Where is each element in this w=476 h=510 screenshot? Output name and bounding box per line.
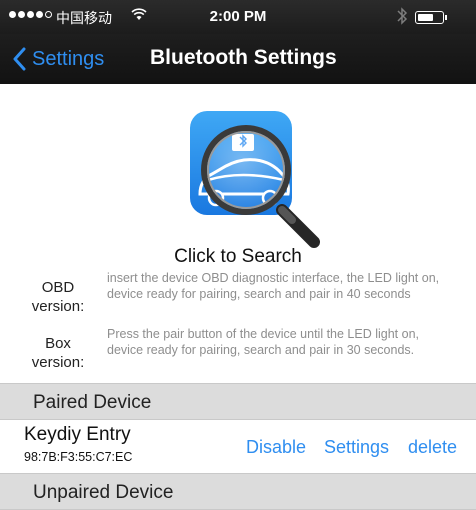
chevron-left-icon [13, 47, 26, 71]
navigation-bar: Settings Bluetooth Settings [0, 34, 476, 84]
device-name: Keydiy Entry [24, 424, 131, 445]
battery-icon [415, 11, 444, 24]
bluetooth-search-button[interactable] [186, 108, 326, 250]
status-bar: 中国移动 2:00 PM [0, 0, 476, 34]
unpaired-device-header: Unpaired Device [0, 473, 476, 510]
paired-device-row[interactable]: Keydiy Entry 98:7B:F3:55:C7:EC Disable S… [0, 421, 476, 473]
paired-device-header: Paired Device [0, 383, 476, 420]
box-version-instructions: Press the pair button of the device unti… [107, 327, 419, 357]
car-magnifier-icon [190, 111, 320, 248]
back-button-label: Settings [32, 47, 105, 70]
back-button[interactable]: Settings [12, 44, 104, 74]
click-to-search-label[interactable]: Click to Search [0, 246, 476, 268]
page-title: Bluetooth Settings [150, 46, 337, 69]
battery-tip [445, 15, 447, 20]
device-mac-address: 98:7B:F3:55:C7:EC [24, 450, 133, 464]
obd-version-instructions: insert the device OBD diagnostic interfa… [107, 271, 440, 301]
bluetooth-icon [395, 6, 409, 26]
device-settings-button[interactable]: Settings [324, 437, 389, 458]
delete-button[interactable]: delete [408, 437, 457, 458]
obd-version-label: OBD version: [31, 279, 85, 315]
disable-button[interactable]: Disable [246, 437, 306, 458]
box-version-label: Box version: [31, 335, 85, 371]
